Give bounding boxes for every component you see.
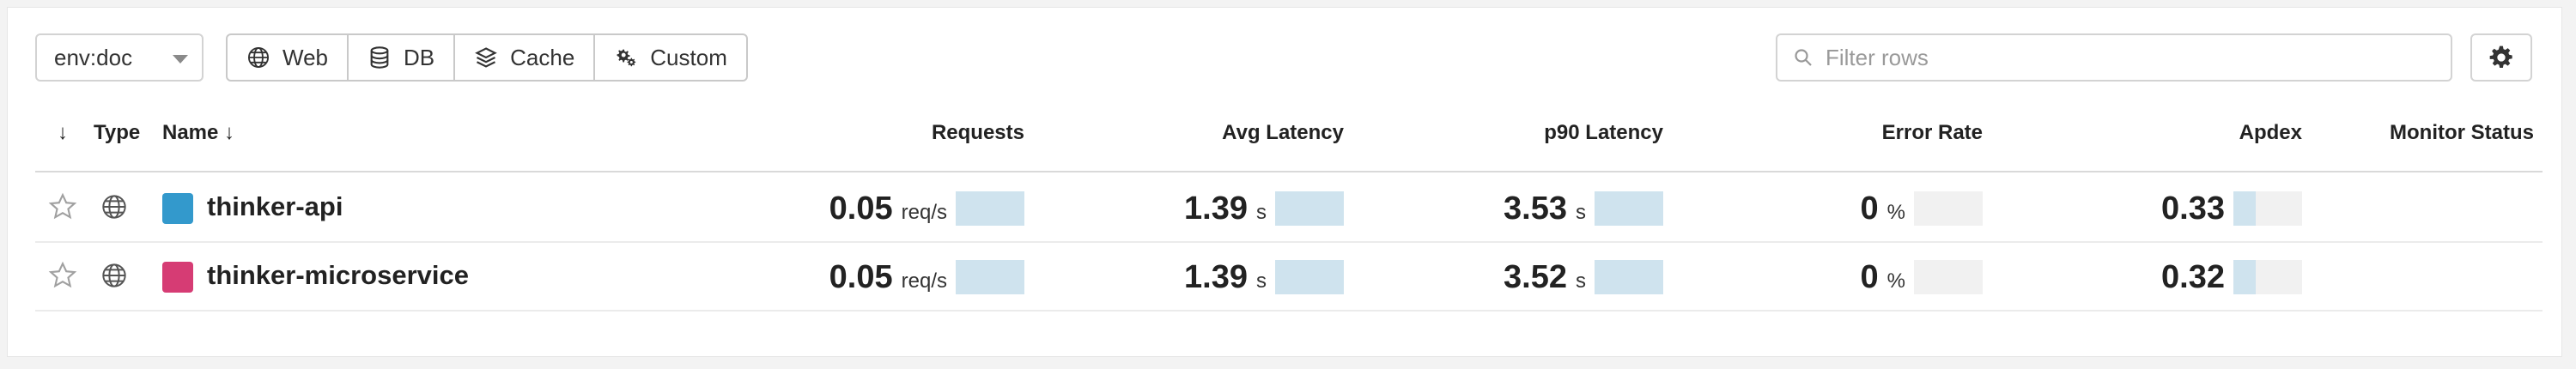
globe-icon (102, 195, 126, 219)
service-type-filter: Web DB Cache Custom (226, 33, 748, 82)
cache-filter-button[interactable]: Cache (455, 35, 596, 80)
avg-latency-bar-fill (1275, 260, 1344, 294)
p90-latency-bar (1595, 191, 1663, 226)
gear-icon (2489, 45, 2512, 68)
service-color-swatch (162, 193, 193, 224)
error-rate-bar (1914, 191, 1983, 226)
search-icon (1795, 49, 1812, 66)
db-filter-button[interactable]: DB (349, 35, 456, 80)
requests-value: 0.05 (829, 258, 893, 295)
error-rate-unit: % (1886, 201, 1905, 224)
monitor-status-column-header[interactable]: Monitor Status (2390, 121, 2534, 145)
apdex-cell: 0.33 (2161, 186, 2302, 231)
p90-latency-cell: 3.53 s (1504, 186, 1663, 231)
star-icon[interactable] (47, 260, 78, 291)
p90-latency-value: 3.52 (1504, 258, 1567, 295)
db-filter-label: DB (404, 44, 435, 70)
avg-latency-bar (1275, 191, 1344, 226)
custom-filter-label: Custom (650, 44, 727, 70)
requests-bar (956, 260, 1024, 294)
service-name-link[interactable]: thinker-microservice (207, 260, 469, 291)
apdex-bar (2233, 260, 2302, 294)
apdex-value: 0.33 (2161, 190, 2225, 227)
p90-latency-cell: 3.52 s (1504, 255, 1663, 299)
error-rate-bar (1914, 260, 1983, 294)
layers-icon (475, 47, 497, 68)
apdex-bar (2233, 191, 2302, 226)
requests-value: 0.05 (829, 190, 893, 227)
filter-rows-input[interactable] (1826, 44, 2427, 71)
error-rate-column-header[interactable]: Error Rate (1882, 121, 1983, 145)
gears-icon (617, 49, 636, 67)
avg-latency-bar-fill (1275, 191, 1344, 226)
table-header: ↓ Type Name ↓ Requests Avg Latency p90 L… (35, 104, 2543, 172)
globe-icon (247, 46, 270, 69)
apdex-cell: 0.32 (2161, 255, 2302, 299)
requests-bar (956, 191, 1024, 226)
requests-bar-fill (956, 191, 1024, 226)
requests-cell: 0.05 req/s (829, 255, 1024, 299)
env-select[interactable]: env:doc (35, 33, 204, 82)
requests-bar-fill (956, 260, 1024, 294)
apdex-bar-fill (2233, 260, 2256, 294)
apdex-column-header[interactable]: Apdex (2239, 121, 2302, 145)
requests-unit: req/s (901, 269, 947, 293)
error-rate-value: 0 (1860, 190, 1879, 227)
p90-latency-value: 3.53 (1504, 190, 1567, 227)
requests-unit: req/s (901, 201, 947, 224)
p90-latency-column-header[interactable]: p90 Latency (1544, 121, 1663, 145)
table-row[interactable]: thinker-microservice 0.05 req/s 1.39 s 3… (35, 243, 2543, 312)
requests-column-header[interactable]: Requests (932, 121, 1024, 145)
table-row[interactable]: thinker-api 0.05 req/s 1.39 s 3.53 s 0 %… (35, 174, 2543, 243)
avg-latency-value: 1.39 (1184, 258, 1248, 295)
service-color-swatch (162, 262, 193, 293)
services-panel: env:doc Web DB Cache Custom Filter rows … (7, 7, 2562, 357)
error-rate-unit: % (1886, 269, 1905, 293)
apdex-bar-fill (2233, 191, 2257, 226)
chevron-down-icon (173, 55, 188, 64)
p90-latency-unit: s (1576, 201, 1586, 224)
p90-latency-unit: s (1576, 269, 1586, 293)
star-icon[interactable] (47, 191, 78, 222)
p90-latency-bar-fill (1595, 260, 1663, 294)
custom-filter-button[interactable]: Custom (595, 35, 746, 80)
cache-filter-label: Cache (510, 44, 575, 70)
service-name-link[interactable]: thinker-api (207, 191, 343, 222)
error-rate-cell: 0 % (1861, 255, 1983, 299)
web-filter-button[interactable]: Web (228, 35, 349, 80)
type-column-header[interactable]: Type (94, 121, 140, 145)
avg-latency-column-header[interactable]: Avg Latency (1222, 121, 1344, 145)
avg-latency-unit: s (1256, 201, 1267, 224)
error-rate-cell: 0 % (1861, 186, 1983, 231)
error-rate-value: 0 (1860, 258, 1879, 295)
filter-rows-field[interactable] (1776, 33, 2452, 82)
name-column-header[interactable]: Name ↓ (162, 121, 234, 145)
avg-latency-bar (1275, 260, 1344, 294)
apdex-value: 0.32 (2161, 258, 2225, 295)
p90-latency-bar (1595, 260, 1663, 294)
avg-latency-unit: s (1256, 269, 1267, 293)
globe-icon (102, 263, 126, 287)
avg-latency-cell: 1.39 s (1184, 186, 1344, 231)
settings-button[interactable] (2470, 33, 2532, 82)
database-icon (370, 46, 389, 69)
web-filter-label: Web (283, 44, 328, 70)
requests-cell: 0.05 req/s (829, 186, 1024, 231)
p90-latency-bar-fill (1595, 191, 1663, 226)
sort-arrow-header[interactable]: ↓ (58, 121, 68, 145)
avg-latency-cell: 1.39 s (1184, 255, 1344, 299)
avg-latency-value: 1.39 (1184, 190, 1248, 227)
env-select-value: env:doc (54, 44, 133, 70)
